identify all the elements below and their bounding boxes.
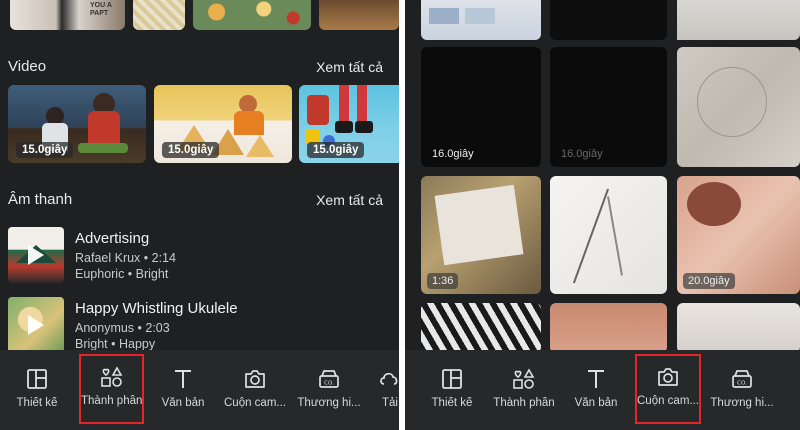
nav-label: Thành phần: [81, 395, 142, 407]
bottom-nav: Thiết kế Thành phần Văn bản Cuộn cam... …: [405, 350, 800, 430]
nav-label: Văn bản: [574, 397, 618, 409]
text-icon: [588, 370, 604, 388]
play-icon: [28, 315, 44, 335]
nav-item-text[interactable]: Văn bản: [563, 356, 629, 422]
nav-item-brand[interactable]: CO. Thương hi...: [294, 356, 364, 422]
elements-icon: [513, 368, 535, 389]
video-thumb-boots[interactable]: 15.0giây: [299, 85, 399, 163]
audio-track-tags: Euphoric • Bright: [75, 267, 169, 281]
svg-text:CO.: CO.: [737, 381, 747, 387]
svg-text:CO.: CO.: [324, 381, 334, 387]
photo-thumb[interactable]: [319, 0, 399, 30]
nav-label: Cuộn cam...: [224, 397, 286, 409]
video-duration-badge: 16.0giây: [432, 148, 474, 160]
elements-icon: [100, 366, 122, 387]
nav-item-elements[interactable]: Thành phần: [491, 356, 557, 422]
gallery-item[interactable]: [677, 303, 800, 353]
audio-section-title: Âm thanh: [8, 191, 73, 208]
gallery-item[interactable]: [421, 0, 541, 40]
video-duration-badge: 15.0giây: [307, 142, 365, 158]
audio-track-art: [8, 227, 64, 283]
nav-item-camera-roll[interactable]: Cuộn cam...: [635, 354, 701, 424]
photo-thumb[interactable]: YOU A PAPT: [10, 0, 125, 30]
nav-item-elements[interactable]: Thành phần: [79, 354, 144, 424]
layout-icon: [27, 369, 47, 389]
play-icon: [28, 245, 44, 265]
video-see-all-link[interactable]: Xem tất cả: [316, 59, 383, 75]
audio-track-title: Happy Whistling Ukulele: [75, 300, 238, 317]
video-duration-badge: 20.0giây: [683, 273, 735, 289]
audio-track-tags: Bright • Happy: [75, 337, 156, 351]
brand-icon: CO.: [319, 370, 339, 388]
bottom-nav: Thiết kế Thành phần Văn bản Cuộn cam... …: [0, 350, 399, 430]
gallery-item[interactable]: [677, 47, 800, 167]
nav-label: Tải: [382, 397, 398, 409]
nav-label: Cuộn cam...: [637, 395, 699, 407]
audio-track-row[interactable]: Advertising Rafael Krux • 2:14 Euphoric …: [8, 227, 388, 285]
nav-item-design[interactable]: Thiết kế: [4, 356, 70, 422]
nav-item-camera-roll[interactable]: Cuộn cam...: [220, 356, 290, 422]
gallery-item[interactable]: [550, 0, 667, 40]
gallery-item[interactable]: [677, 0, 800, 40]
audio-track-title: Advertising: [75, 230, 150, 247]
gallery-video-item[interactable]: 16.0giây: [550, 47, 667, 167]
gallery-item[interactable]: [550, 303, 667, 353]
brand-icon: CO.: [732, 370, 752, 388]
upload-icon: [380, 372, 398, 385]
layout-icon: [442, 369, 462, 389]
nav-label: Thiết kế: [16, 397, 58, 409]
video-duration-badge: 16.0giây: [561, 148, 603, 160]
audio-see-all-link[interactable]: Xem tất cả: [316, 192, 383, 208]
photo-thumb-text: YOU A PAPT: [90, 2, 112, 17]
video-duration-badge: 15.0giây: [16, 142, 74, 158]
gallery-item[interactable]: [550, 176, 667, 294]
audio-track-artist: Anonymus • 2:03: [75, 321, 170, 335]
audio-track-row[interactable]: Happy Whistling Ukulele Anonymus • 2:03 …: [8, 297, 388, 355]
nav-item-design[interactable]: Thiết kế: [419, 356, 485, 422]
video-thumb-cooking[interactable]: 15.0giây: [8, 85, 146, 163]
camera-icon: [658, 368, 678, 386]
nav-label: Thành phần: [493, 397, 555, 409]
video-duration-badge: 15.0giây: [162, 142, 220, 158]
nav-label: Thương hi...: [710, 397, 774, 409]
gallery-item[interactable]: [421, 303, 541, 353]
photo-thumb[interactable]: [133, 0, 185, 30]
gallery-video-item[interactable]: 16.0giây: [421, 47, 541, 167]
video-section-title: Video: [8, 58, 47, 75]
right-screen: 16.0giây 16.0giây 1:36 20.0giây Thiết kế…: [405, 0, 800, 430]
nav-label: Văn bản: [161, 397, 205, 409]
video-thumb-pastry[interactable]: 15.0giây: [154, 85, 292, 163]
gallery-video-item[interactable]: 1:36: [421, 176, 541, 294]
nav-label: Thiết kế: [431, 397, 473, 409]
left-screen: YOU A PAPT Video Xem tất cả 15.0giây 15.…: [0, 0, 399, 430]
gallery-video-item[interactable]: 20.0giây: [677, 176, 800, 294]
photo-thumb[interactable]: [193, 0, 311, 30]
audio-track-art: [8, 297, 64, 353]
top-thumbnail-strip: YOU A PAPT: [0, 0, 399, 30]
video-duration-badge: 1:36: [427, 273, 459, 289]
text-icon: [175, 370, 191, 388]
nav-item-upload[interactable]: Tải: [370, 356, 399, 422]
camera-icon: [245, 370, 265, 388]
audio-track-artist: Rafael Krux • 2:14: [75, 251, 176, 265]
nav-label: Thương hi...: [297, 397, 361, 409]
nav-item-brand[interactable]: CO. Thương hi...: [707, 356, 777, 422]
nav-item-text[interactable]: Văn bản: [150, 356, 216, 422]
